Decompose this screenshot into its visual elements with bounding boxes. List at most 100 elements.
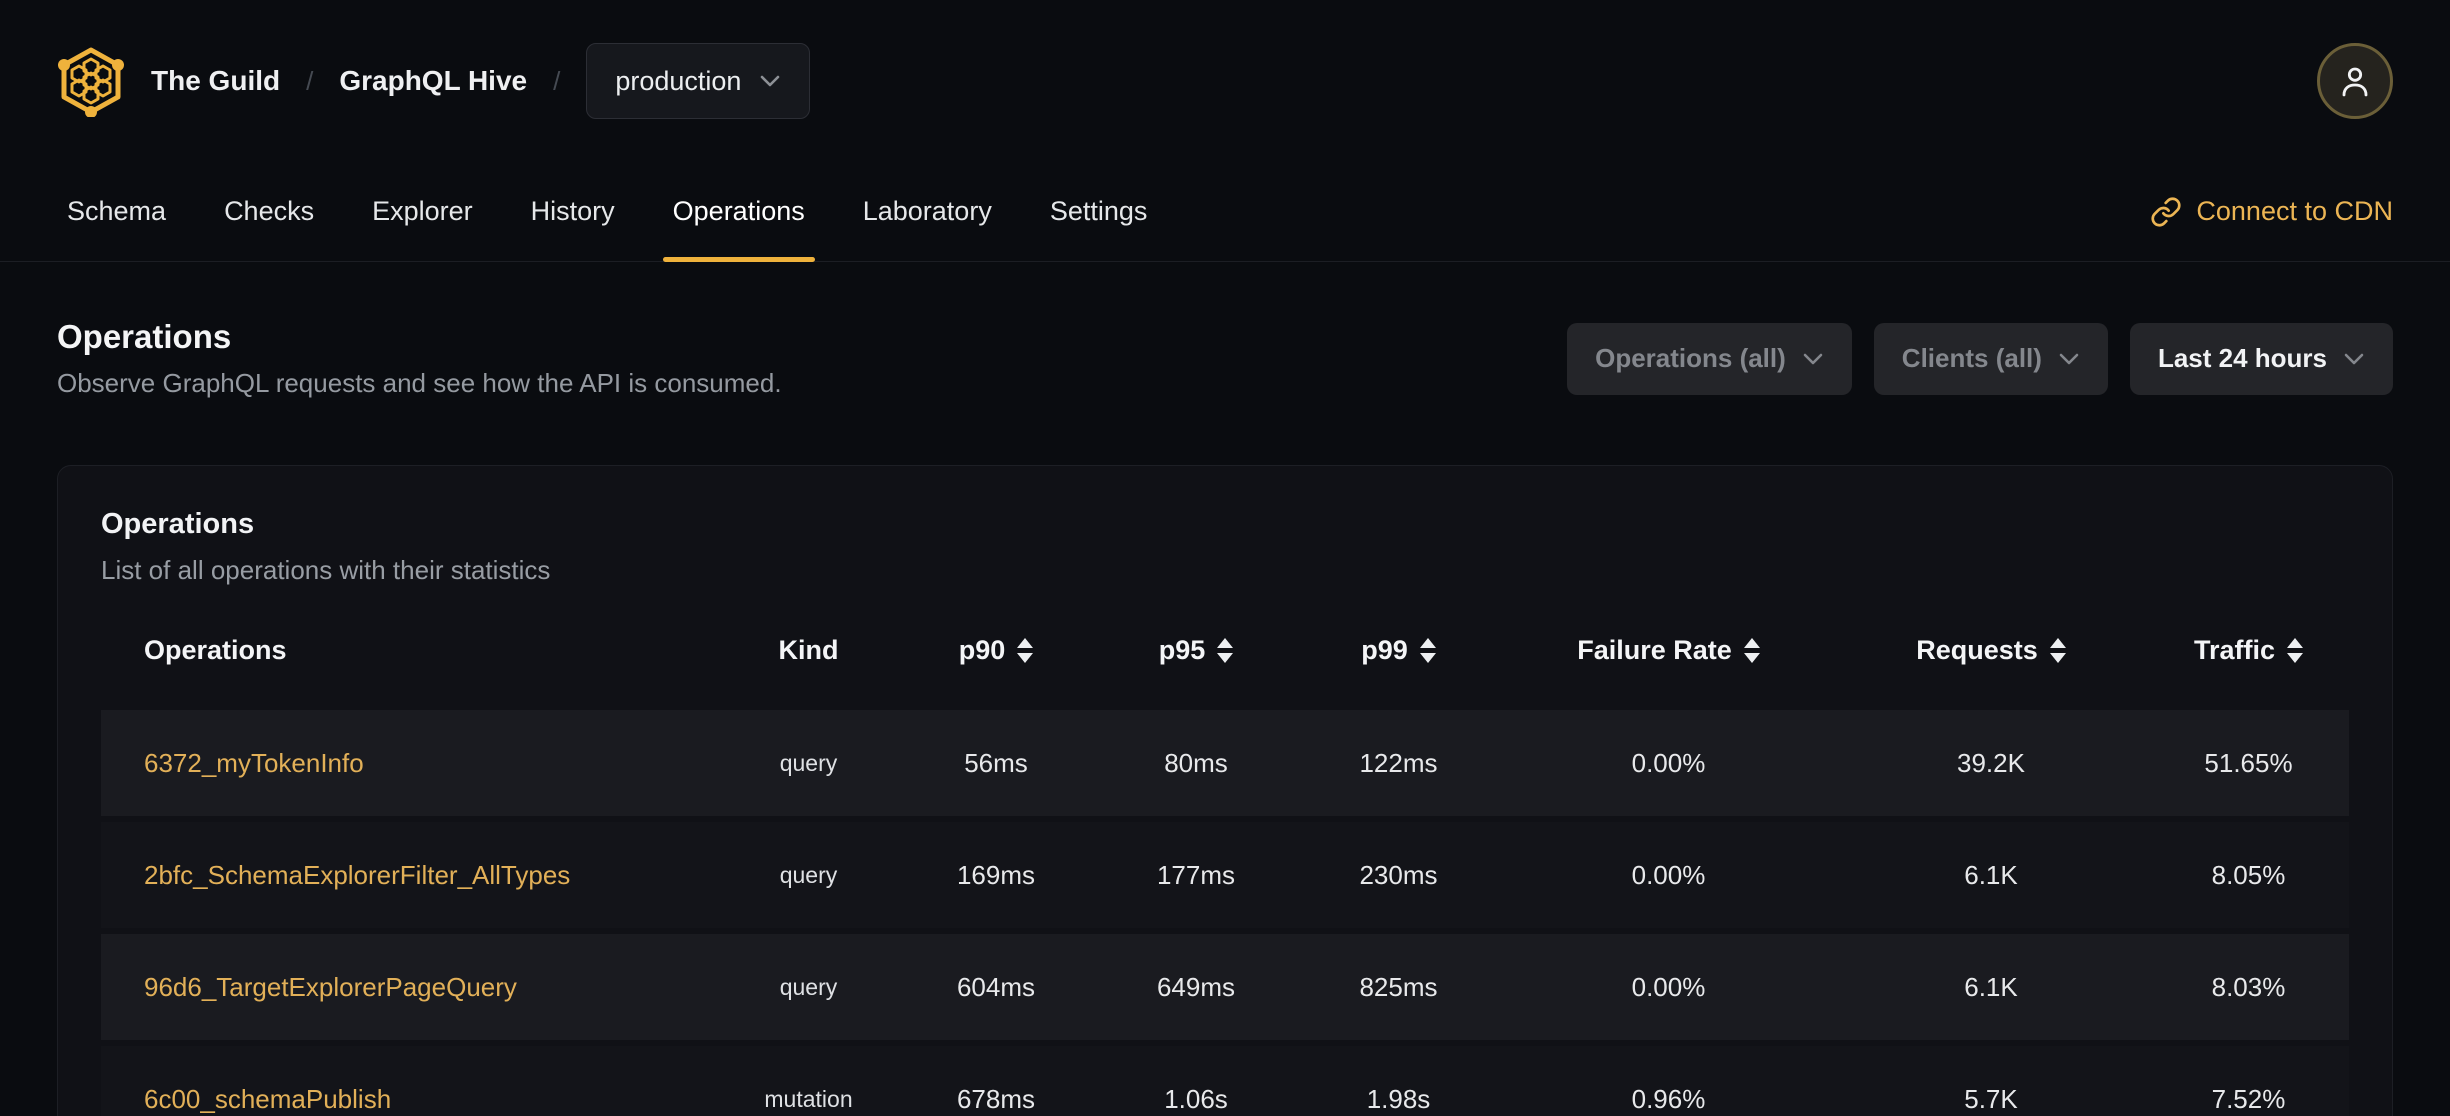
cell-failure-rate: 0.00% xyxy=(1631,971,1706,1002)
cell-requests: 6.1K xyxy=(1964,859,2018,890)
user-menu-button[interactable] xyxy=(2317,43,2393,119)
page-header-text: Operations Observe GraphQL requests and … xyxy=(57,318,782,399)
table-row: 2bfc_SchemaExplorerFilter_AllTypes query… xyxy=(101,822,2349,928)
tab-history[interactable]: History xyxy=(521,162,625,261)
cell-kind: query xyxy=(779,861,838,888)
tab-checks[interactable]: Checks xyxy=(214,162,324,261)
cell-p99: 122ms xyxy=(1359,747,1438,778)
card-subtitle: List of all operations with their statis… xyxy=(101,555,551,585)
sort-asc-icon xyxy=(2049,637,2066,648)
cell-p95: 177ms xyxy=(1156,859,1236,890)
sort-arrows-icon xyxy=(1743,637,1760,663)
chevron-down-icon xyxy=(1803,353,1823,364)
sort-desc-icon xyxy=(2287,652,2304,663)
sort-arrows-icon xyxy=(1419,637,1436,663)
tab-explorer[interactable]: Explorer xyxy=(362,162,483,261)
column-header-requests[interactable]: Requests xyxy=(1836,635,2146,666)
operation-link[interactable]: 6c00_schemaPublish xyxy=(144,1084,391,1114)
card-title: Operations xyxy=(101,508,255,540)
tab-settings[interactable]: Settings xyxy=(1040,162,1158,261)
operation-link[interactable]: 6372_myTokenInfo xyxy=(144,748,364,778)
tab-operations[interactable]: Operations xyxy=(662,162,815,262)
tab-bar: Schema Checks Explorer History Operations Lab… xyxy=(0,162,2450,262)
cell-p99: 1.98s xyxy=(1366,1083,1431,1114)
sort-desc-icon xyxy=(1743,652,1760,663)
cell-p90: 678ms xyxy=(956,1083,1036,1114)
chevron-down-icon xyxy=(761,75,780,87)
page-subtitle: Observe GraphQL requests and see how the… xyxy=(57,368,782,398)
cell-p99: 230ms xyxy=(1359,859,1438,890)
filter-label: Clients (all) xyxy=(1901,343,2042,373)
sort-asc-icon xyxy=(1743,637,1760,648)
table-body: 6372_myTokenInfo query 56ms 80ms 122ms 0… xyxy=(101,710,2349,1116)
cell-p90: 604ms xyxy=(956,971,1036,1002)
cell-traffic: 8.05% xyxy=(2211,859,2286,890)
column-label: p95 xyxy=(1158,634,1206,665)
breadcrumb-project[interactable]: GraphQL Hive xyxy=(339,65,527,97)
sort-desc-icon xyxy=(1419,652,1436,663)
target-select[interactable]: production xyxy=(586,43,811,119)
column-header-kind: Kind xyxy=(721,635,896,666)
sort-desc-icon xyxy=(2049,652,2066,663)
sort-arrows-icon xyxy=(2049,637,2066,663)
breadcrumb-separator: / xyxy=(553,65,561,96)
operation-link[interactable]: 2bfc_SchemaExplorerFilter_AllTypes xyxy=(144,860,570,890)
column-header-failure-rate[interactable]: Failure Rate xyxy=(1501,635,1836,666)
chevron-down-icon xyxy=(2344,353,2364,364)
column-label: Operations xyxy=(144,634,287,665)
sort-desc-icon xyxy=(1017,652,1034,663)
sort-asc-icon xyxy=(2287,637,2304,648)
filter-clients-all[interactable]: Clients (all) xyxy=(1873,322,2108,395)
cell-failure-rate: 0.00% xyxy=(1631,859,1706,890)
column-label: Failure Rate xyxy=(1577,634,1732,665)
filter-label: Last 24 hours xyxy=(2157,343,2327,373)
column-header-traffic[interactable]: Traffic xyxy=(2146,635,2351,666)
cell-kind: mutation xyxy=(764,1085,853,1112)
column-header-p99[interactable]: p99 xyxy=(1296,635,1501,666)
cell-p90: 169ms xyxy=(956,859,1036,890)
table-row: 6c00_schemaPublish mutation 678ms 1.06s … xyxy=(101,1046,2349,1116)
cell-p95: 1.06s xyxy=(1164,1083,1228,1114)
cell-failure-rate: 0.96% xyxy=(1631,1083,1706,1114)
table-row: 6372_myTokenInfo query 56ms 80ms 122ms 0… xyxy=(101,710,2349,816)
filter-last-24-hours[interactable]: Last 24 hours xyxy=(2129,322,2393,395)
hive-logo-icon[interactable] xyxy=(57,45,125,117)
cell-kind: query xyxy=(779,973,838,1000)
connect-to-cdn-button[interactable]: Connect to CDN xyxy=(2150,196,2393,228)
connect-to-cdn-label: Connect to CDN xyxy=(2196,196,2393,226)
cell-requests: 39.2K xyxy=(1957,747,2025,778)
table-row: 96d6_TargetExplorerPageQuery query 604ms… xyxy=(101,934,2349,1040)
target-select-value: production xyxy=(615,65,742,96)
sort-asc-icon xyxy=(1419,637,1436,648)
page-title: Operations xyxy=(57,318,232,355)
cell-kind: query xyxy=(779,749,838,776)
cell-p90: 56ms xyxy=(964,747,1028,778)
sort-asc-icon xyxy=(1217,637,1234,648)
column-header-p90[interactable]: p90 xyxy=(896,635,1096,666)
user-icon xyxy=(2342,67,2368,97)
top-bar: The Guild / GraphQL Hive / production xyxy=(0,0,2450,162)
breadcrumb: The Guild / GraphQL Hive / production xyxy=(57,43,811,119)
breadcrumb-org[interactable]: The Guild xyxy=(151,65,280,97)
column-label: p99 xyxy=(1361,634,1408,665)
chevron-down-icon xyxy=(2059,353,2079,364)
cell-p99: 825ms xyxy=(1359,971,1438,1002)
table-header-row: Operations Kind p90 p95 p99 Failure Rate… xyxy=(101,616,2349,684)
operation-link[interactable]: 96d6_TargetExplorerPageQuery xyxy=(144,972,517,1002)
column-header-p95[interactable]: p95 xyxy=(1096,635,1296,666)
breadcrumb-separator: / xyxy=(306,65,314,96)
column-label: Requests xyxy=(1916,634,2038,665)
cell-operation-name: 96d6_TargetExplorerPageQuery xyxy=(101,972,721,1003)
cell-operation-name: 6c00_schemaPublish xyxy=(101,1084,721,1115)
cell-failure-rate: 0.00% xyxy=(1631,747,1706,778)
filter-label: Operations (all) xyxy=(1595,343,1786,373)
tab-laboratory[interactable]: Laboratory xyxy=(853,162,1002,261)
sort-desc-icon xyxy=(1217,652,1234,663)
sort-arrows-icon xyxy=(1017,637,1034,663)
column-header-operations: Operations xyxy=(101,635,721,666)
tab-schema[interactable]: Schema xyxy=(57,162,176,261)
column-label: p90 xyxy=(958,634,1006,665)
cell-operation-name: 2bfc_SchemaExplorerFilter_AllTypes xyxy=(101,860,721,891)
filter-operations-all[interactable]: Operations (all) xyxy=(1567,322,1852,395)
sort-arrows-icon xyxy=(1217,637,1234,663)
